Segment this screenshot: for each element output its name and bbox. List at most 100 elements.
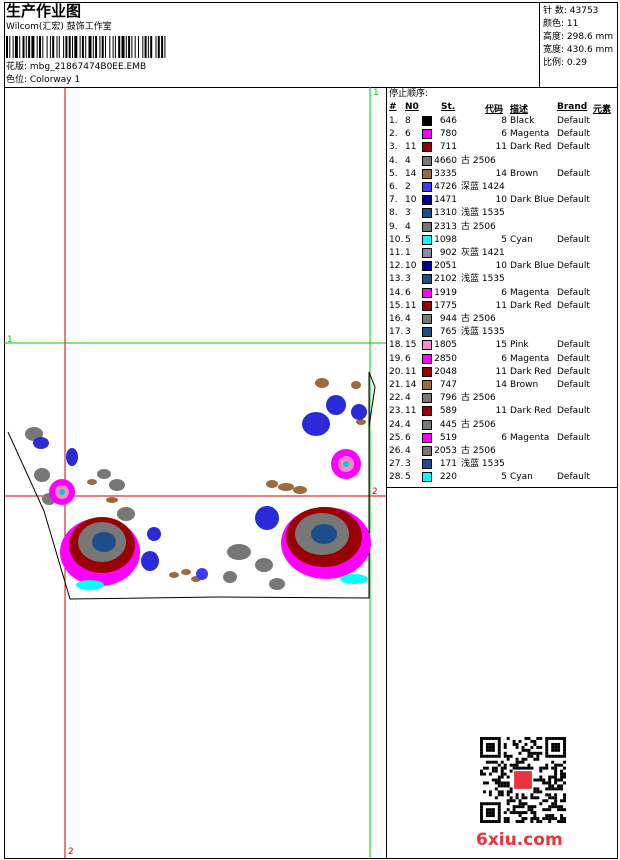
row-brand: Default <box>557 380 590 390</box>
row-needle: 6 <box>405 287 411 298</box>
row-stitches: 1471 <box>434 195 457 206</box>
row-code: 古 2506 <box>461 314 496 324</box>
row-needle: 4 <box>405 419 411 430</box>
table-row: 28. 5 220 5 Cyan Default <box>387 471 619 484</box>
design-name: 花版: mbg_21867474B0EE.EMB <box>6 62 147 72</box>
header-n: N0 <box>405 102 419 112</box>
row-needle: 6 <box>405 129 411 140</box>
row-code: 6 <box>501 129 507 140</box>
table-row: 3. 11 711 11 Dark Red Default <box>387 141 619 154</box>
row-stitches: 646 <box>439 116 457 126</box>
row-desc: Cyan <box>510 234 533 245</box>
table-row: 23. 11 589 11 Dark Red Default <box>387 405 619 418</box>
table-row: 1. 8 646 8 Black Default <box>387 115 619 128</box>
row-brand: Default <box>557 168 590 179</box>
guide-label-top-1: 1 <box>373 88 379 98</box>
row-stitches: 780 <box>439 129 457 140</box>
row-stitches: 2313 <box>434 221 457 232</box>
row-brand: Default <box>557 129 590 140</box>
row-stitches: 2048 <box>434 366 457 377</box>
row-stitches: 711 <box>439 142 457 153</box>
row-num: 11. <box>389 248 404 258</box>
row-code: 10 <box>495 261 507 272</box>
row-code: 浅蓝 1535 <box>461 327 505 338</box>
row-code: 深蓝 1424 <box>461 182 505 192</box>
stat-colors: 颜色: 11 <box>543 19 579 29</box>
row-brand: Default <box>557 142 590 153</box>
table-row: 27. 3 171 浅蓝 1535 <box>387 458 619 471</box>
row-stitches: 2102 <box>434 274 457 285</box>
row-stitches: 1310 <box>434 208 457 219</box>
row-stitches: 171 <box>439 459 457 470</box>
row-stitches: 3335 <box>434 168 457 179</box>
row-stitches: 796 <box>439 393 457 404</box>
row-brand: Default <box>557 353 590 364</box>
row-brand: Default <box>557 340 590 351</box>
row-stitches: 1805 <box>434 340 457 351</box>
row-needle: 3 <box>405 459 411 470</box>
row-code: 浅蓝 1535 <box>461 459 505 470</box>
row-stitches: 2051 <box>434 261 457 272</box>
row-stitches: 765 <box>439 327 457 338</box>
table-row: 16. 4 944 古 2506 <box>387 313 619 326</box>
row-desc: Dark Red <box>510 142 552 153</box>
row-stitches: 519 <box>439 432 457 443</box>
row-num: 4. <box>389 155 398 166</box>
company-name: Wilcom(汇宏) 鼓饰工作室 <box>6 22 112 32</box>
row-needle: 11 <box>405 142 417 153</box>
row-needle: 4 <box>405 314 411 324</box>
row-stitches: 2850 <box>434 353 457 364</box>
row-brand: Default <box>557 261 590 272</box>
table-row: 13. 3 2102 浅蓝 1535 <box>387 273 619 286</box>
row-brand: Default <box>557 300 590 311</box>
row-brand: Default <box>557 287 590 298</box>
row-num: 14. <box>389 287 404 298</box>
row-needle: 11 <box>405 366 417 377</box>
barcode <box>6 36 166 58</box>
table-row: 5. 14 3335 14 Brown Default <box>387 168 619 181</box>
row-needle: 15 <box>405 340 417 351</box>
table-row: 2. 6 780 6 Magenta Default <box>387 128 619 141</box>
row-num: 23. <box>389 406 404 417</box>
row-num: 2. <box>389 129 398 140</box>
row-brand: Default <box>557 195 590 206</box>
row-desc: Dark Blue <box>510 261 555 272</box>
row-code: 古 2506 <box>461 446 496 456</box>
row-code: 15 <box>495 340 507 351</box>
table-row: 24. 4 445 古 2506 <box>387 419 619 432</box>
row-desc: Dark Red <box>510 300 552 311</box>
design-canvas <box>4 87 386 859</box>
row-desc: Dark Red <box>510 366 552 377</box>
row-needle: 10 <box>405 261 417 272</box>
row-stitches: 4660 <box>434 155 457 166</box>
table-row: 7. 10 1471 10 Dark Blue Default <box>387 194 619 207</box>
row-num: 25. <box>389 432 404 443</box>
row-num: 6. <box>389 182 398 192</box>
stats-divider <box>539 2 540 88</box>
row-brand: Default <box>557 406 590 417</box>
table-row: 14. 6 1919 6 Magenta Default <box>387 287 619 300</box>
table-row: 11. 1 902 灰蓝 1421 <box>387 247 619 260</box>
row-needle: 11 <box>405 300 417 311</box>
table-row: 20. 11 2048 11 Dark Red Default <box>387 366 619 379</box>
row-needle: 5 <box>405 472 411 483</box>
embroidery-left-cluster <box>25 427 208 590</box>
page-title: 生产作业图 <box>6 2 82 20</box>
table-row: 18. 15 1805 15 Pink Default <box>387 339 619 352</box>
header-elem: 元素 <box>593 105 612 115</box>
row-code: 11 <box>495 300 507 311</box>
table-row: 6. 2 4726 深蓝 1424 <box>387 181 619 194</box>
row-needle: 14 <box>405 380 417 390</box>
table-row: 21. 14 747 14 Brown Default <box>387 379 619 392</box>
row-needle: 5 <box>405 234 411 245</box>
row-stitches: 1919 <box>434 287 457 298</box>
row-needle: 3 <box>405 208 411 219</box>
row-needle: 2 <box>405 182 411 192</box>
guide-label-right-2: 2 <box>372 487 378 497</box>
row-num: 10. <box>389 234 404 245</box>
table-row: 15. 11 1775 11 Dark Red Default <box>387 300 619 313</box>
table-row: 26. 4 2053 古 2506 <box>387 445 619 458</box>
row-desc: Magenta <box>510 287 550 298</box>
row-code: 14 <box>495 380 507 390</box>
row-stitches: 220 <box>439 472 457 483</box>
